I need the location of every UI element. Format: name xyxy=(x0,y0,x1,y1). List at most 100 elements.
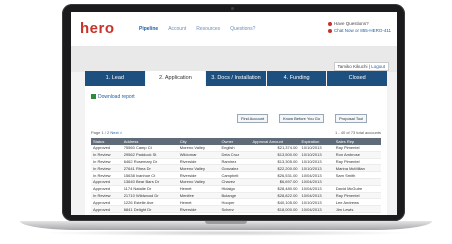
find-account-button[interactable]: Find Account xyxy=(237,114,269,123)
table-cell: 13640 Bear Bars Dr xyxy=(121,178,178,186)
table-cell: Sam Smith xyxy=(333,171,381,179)
table-cell: Hooper xyxy=(219,198,251,207)
table-cell: 1226 Estelle Ave xyxy=(121,198,178,207)
table-cell: $13,305.00 xyxy=(250,158,300,166)
col-sales-rep[interactable]: Sales Rep xyxy=(333,138,381,145)
table-cell: 10/04/2013 xyxy=(299,192,334,200)
help-title: Have Questions? xyxy=(334,21,369,26)
table-cell: 6841 Delight Dr xyxy=(121,205,178,213)
table-header: Status Address City Owner Approval Amoun… xyxy=(91,138,381,145)
table-cell: Jim Lewis xyxy=(333,205,381,213)
table-cell: 6462 Rosemary Dr xyxy=(121,158,178,166)
user-bar: Tamiko Kikuchi | Logout xyxy=(333,62,389,71)
table-cell: $40,105.00 xyxy=(250,198,300,207)
table-cell: 21710 Wildwood Dr xyxy=(121,192,178,200)
table-cell: $13,500.00 xyxy=(250,151,300,159)
table-cell: David McGuire xyxy=(333,185,381,193)
table-cell: In Review xyxy=(91,171,122,179)
table-cell: $6,697.00 xyxy=(250,178,300,186)
table-row[interactable]: Approved 1226 Estelle Ave Hemet Hooper $40,1… xyxy=(91,198,381,207)
proposal-tool-button[interactable]: Proposal Tool xyxy=(335,114,368,123)
nav-resources[interactable]: Resources xyxy=(196,26,220,32)
table-cell: Marina McMillan xyxy=(333,164,381,173)
know-before-button[interactable]: Know Before You Go xyxy=(279,114,325,123)
col-expiration[interactable]: Expiration xyxy=(299,138,334,145)
user-name: Tamiko Kikuchi xyxy=(337,64,368,69)
table-cell: In Review xyxy=(91,158,122,166)
tab-application[interactable]: 2. Application xyxy=(145,71,206,86)
main-nav: Pipeline Account Resources Questions? xyxy=(139,26,255,32)
tab-docs-installation[interactable]: 3. Docs / Installation xyxy=(206,71,266,86)
table-cell: In Review xyxy=(91,192,122,200)
table-cell: Campbell xyxy=(219,171,251,179)
table-cell: 1174 Natalie Dr xyxy=(121,185,178,193)
nav-questions[interactable]: Questions? xyxy=(230,26,255,32)
table-cell: Moreno Valley xyxy=(177,178,220,186)
table-cell: Hemet xyxy=(177,198,220,207)
step-tabs: 1. Lead 2. Application 3. Docs / Install… xyxy=(85,71,387,86)
accounts-panel: Download report Find Account Know Before… xyxy=(85,86,387,215)
table-row[interactable]: In Review 21710 Wildwood Dr Menifee Bulange… xyxy=(91,192,381,200)
chat-link[interactable]: Chat Now or 855-HERO-411 xyxy=(334,28,391,33)
help-box: Have Questions? Chat Now or 855-HERO-411 xyxy=(328,20,391,34)
table-cell: In Review xyxy=(91,164,122,173)
table-cell: Ramirez xyxy=(219,158,251,166)
next-page-link[interactable]: Next > xyxy=(110,130,122,135)
download-report[interactable]: Download report xyxy=(91,94,135,100)
table-cell: 10/04/2013 xyxy=(299,178,334,186)
table-row[interactable]: Approved 6841 Delight Dr Riverside Scherz $1… xyxy=(91,205,381,213)
tab-lead[interactable]: 1. Lead xyxy=(85,71,145,86)
col-city[interactable]: City xyxy=(177,138,220,145)
table-cell: 10/10/2013 xyxy=(299,198,334,207)
table-cell: Menifee xyxy=(177,192,220,200)
table-cell: 10/10/2013 xyxy=(299,164,334,173)
col-status[interactable]: Status xyxy=(91,138,122,145)
col-approval-amount[interactable]: Approval Amount xyxy=(250,138,300,145)
table-cell: Lee Andrews xyxy=(333,198,381,207)
table-cell: $26,531.00 xyxy=(250,171,300,179)
nav-account[interactable]: Account xyxy=(168,26,186,32)
tab-funding[interactable]: 4. Funding xyxy=(266,71,327,86)
table-cell: Approved xyxy=(91,178,122,186)
table-cell: $28,822.00 xyxy=(250,192,300,200)
download-report-label: Download report xyxy=(98,94,135,100)
col-address[interactable]: Address xyxy=(121,138,178,145)
tab-closed[interactable]: Closed xyxy=(327,71,387,86)
table-cell: Ray Pimentel xyxy=(333,192,381,200)
help-icon xyxy=(328,21,333,26)
table-row[interactable]: In Review 27641 Rhea Dr Moreno Valley Gonza… xyxy=(91,164,381,173)
app-header: hero Pipeline Account Resources Question… xyxy=(71,12,397,46)
table-cell: Hidalgo xyxy=(219,185,251,193)
table-row[interactable]: Approved 1174 Natalie Dr Hemet Hidalgo $28,4… xyxy=(91,185,381,193)
excel-icon xyxy=(91,94,96,100)
table-row[interactable]: In Review 29562 Paddock St Wildomar Dela Cr… xyxy=(91,151,381,159)
table-cell: Approved xyxy=(91,185,122,193)
table-cell: 10/10/2013 xyxy=(299,158,334,166)
table-cell: 10/04/2013 xyxy=(299,171,334,179)
table-cell: Hemet xyxy=(177,185,220,193)
page-indicator: Page 1 / 2 xyxy=(91,130,110,135)
table-cell: Approved xyxy=(91,198,122,207)
table-row[interactable]: Approved 13640 Bear Bars Dr Moreno Valley C… xyxy=(91,178,381,186)
table-cell: 10/10/2013 xyxy=(299,151,334,159)
table-cell: Gonzalez xyxy=(219,164,251,173)
table-cell: 27641 Rhea Dr xyxy=(121,164,178,173)
table-row[interactable]: In Review 15638 Ivanhoe Ct Riverside Campbe… xyxy=(91,171,381,179)
table-cell: $18,000.00 xyxy=(250,205,300,213)
laptop-notch xyxy=(205,221,247,224)
logout-link[interactable]: Logout xyxy=(371,64,385,69)
accounts-table: Status Address City Owner Approval Amoun… xyxy=(91,138,381,213)
table-cell xyxy=(333,178,381,186)
nav-pipeline[interactable]: Pipeline xyxy=(139,26,158,32)
table-cell: $28,480.00 xyxy=(250,185,300,193)
table-row[interactable]: In Review 6462 Rosemary Dr Riverside Ramire… xyxy=(91,158,381,166)
screen: hero Pipeline Account Resources Question… xyxy=(71,12,397,215)
table-cell: Approved xyxy=(91,205,122,213)
hero-logo[interactable]: hero xyxy=(80,20,115,37)
chat-icon xyxy=(328,28,333,33)
table-cell: 10/04/2013 xyxy=(299,185,334,193)
table-cell: Dela Cruz xyxy=(219,151,251,159)
table-cell: Moreno Valley xyxy=(177,164,220,173)
laptop-shadow xyxy=(40,230,412,236)
col-owner[interactable]: Owner xyxy=(219,138,251,145)
